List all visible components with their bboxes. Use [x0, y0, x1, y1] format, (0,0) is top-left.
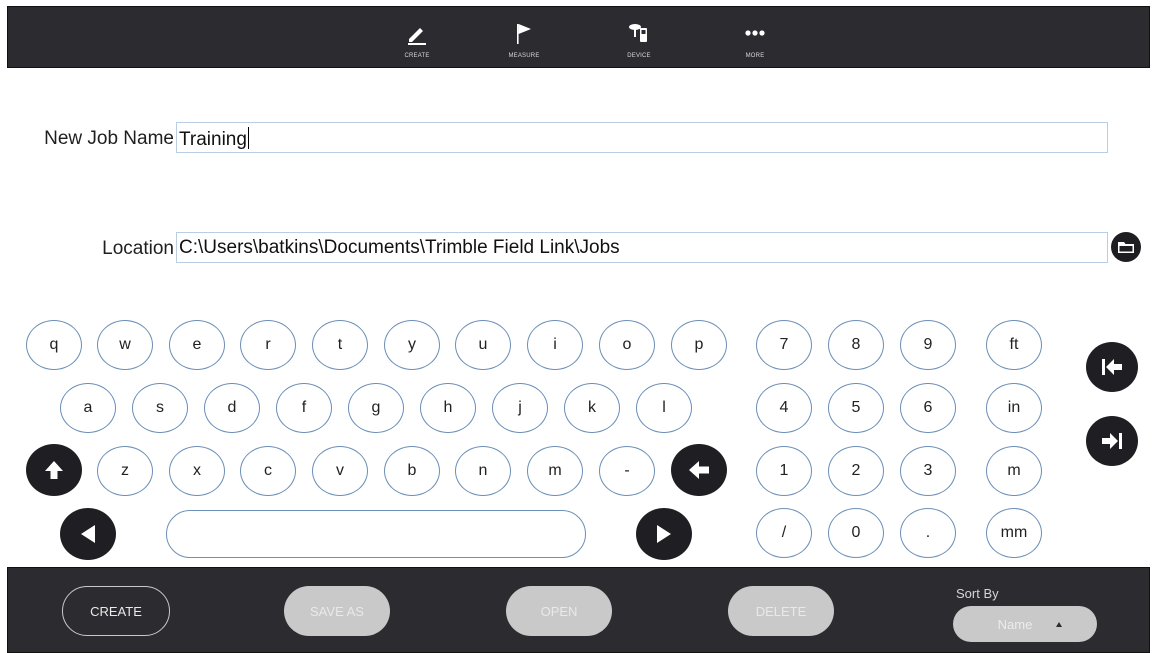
key-o[interactable]: o [599, 320, 655, 370]
key-z[interactable]: z [97, 446, 153, 496]
key-d[interactable]: d [204, 383, 260, 433]
key-0[interactable]: 0 [828, 508, 884, 558]
arrow-left-icon [689, 461, 709, 479]
key-8[interactable]: 8 [828, 320, 884, 370]
key-e[interactable]: e [169, 320, 225, 370]
pencil-icon [403, 19, 431, 47]
top-nav-bar: CREATE MEASURE DEVICE MORE [7, 6, 1150, 68]
key-g[interactable]: g [348, 383, 404, 433]
key-2[interactable]: 2 [828, 446, 884, 496]
more-dots-icon [741, 19, 769, 47]
sort-by-label: Sort By [956, 586, 999, 601]
nav-device[interactable]: DEVICE [611, 7, 667, 69]
triangle-right-icon [657, 525, 671, 543]
key-w[interactable]: w [97, 320, 153, 370]
tab-previous-icon [1102, 359, 1122, 375]
key-s[interactable]: s [132, 383, 188, 433]
nav-device-label: DEVICE [627, 53, 651, 59]
key-r[interactable]: r [240, 320, 296, 370]
job-name-value: Training [179, 129, 247, 150]
device-icon [625, 19, 653, 47]
delete-button[interactable]: DELETE [728, 586, 834, 636]
key-c[interactable]: c [240, 446, 296, 496]
nav-more-label: MORE [745, 53, 765, 59]
browse-folder-button[interactable] [1111, 232, 1141, 262]
job-name-label: New Job Name [44, 128, 174, 149]
key-t[interactable]: t [312, 320, 368, 370]
location-value: C:\Users\batkins\Documents\Trimble Field… [179, 237, 620, 258]
location-label: Location [102, 238, 174, 259]
key-u[interactable]: u [455, 320, 511, 370]
key-slash[interactable]: / [756, 508, 812, 558]
arrow-up-icon [45, 461, 63, 479]
key-n[interactable]: n [455, 446, 511, 496]
key-j[interactable]: j [492, 383, 548, 433]
cursor-left-key[interactable] [60, 508, 116, 560]
flag-icon [510, 19, 538, 47]
key-9[interactable]: 9 [900, 320, 956, 370]
backspace-key[interactable] [671, 444, 727, 496]
nav-create[interactable]: CREATE [389, 7, 445, 69]
space-bar[interactable] [166, 510, 586, 558]
key-6[interactable]: 6 [900, 383, 956, 433]
previous-field-button[interactable] [1086, 342, 1138, 392]
triangle-left-icon [81, 525, 95, 543]
caret-up-icon [1056, 621, 1063, 627]
key-5[interactable]: 5 [828, 383, 884, 433]
key-x[interactable]: x [169, 446, 225, 496]
key-dot[interactable]: . [900, 508, 956, 558]
key-v[interactable]: v [312, 446, 368, 496]
key-b[interactable]: b [384, 446, 440, 496]
text-caret [247, 127, 249, 149]
sort-by-dropdown[interactable]: Name [953, 606, 1097, 642]
save-as-button[interactable]: SAVE AS [284, 586, 390, 636]
key-in[interactable]: in [986, 383, 1042, 433]
key-1[interactable]: 1 [756, 446, 812, 496]
location-input[interactable]: C:\Users\batkins\Documents\Trimble Field… [176, 232, 1108, 263]
nav-more[interactable]: MORE [727, 7, 783, 69]
nav-measure[interactable]: MEASURE [496, 7, 552, 69]
key-m-unit[interactable]: m [986, 446, 1042, 496]
next-field-button[interactable] [1086, 416, 1138, 466]
open-button[interactable]: OPEN [506, 586, 612, 636]
key-4[interactable]: 4 [756, 383, 812, 433]
key-dash[interactable]: - [599, 446, 655, 496]
key-3[interactable]: 3 [900, 446, 956, 496]
shift-key[interactable] [26, 444, 82, 496]
key-m[interactable]: m [527, 446, 583, 496]
job-name-input[interactable]: Training [176, 122, 1108, 153]
create-button[interactable]: CREATE [62, 586, 170, 636]
cursor-right-key[interactable] [636, 508, 692, 560]
key-a[interactable]: a [60, 383, 116, 433]
key-h[interactable]: h [420, 383, 476, 433]
key-i[interactable]: i [527, 320, 583, 370]
key-mm[interactable]: mm [986, 508, 1042, 558]
key-7[interactable]: 7 [756, 320, 812, 370]
sort-by-value: Name [997, 616, 1033, 632]
key-ft[interactable]: ft [986, 320, 1042, 370]
key-y[interactable]: y [384, 320, 440, 370]
key-p[interactable]: p [671, 320, 727, 370]
folder-icon [1118, 242, 1134, 253]
nav-measure-label: MEASURE [508, 53, 540, 59]
key-f[interactable]: f [276, 383, 332, 433]
key-l[interactable]: l [636, 383, 692, 433]
key-k[interactable]: k [564, 383, 620, 433]
nav-create-label: CREATE [404, 53, 430, 59]
tab-next-icon [1102, 433, 1122, 449]
key-q[interactable]: q [26, 320, 82, 370]
